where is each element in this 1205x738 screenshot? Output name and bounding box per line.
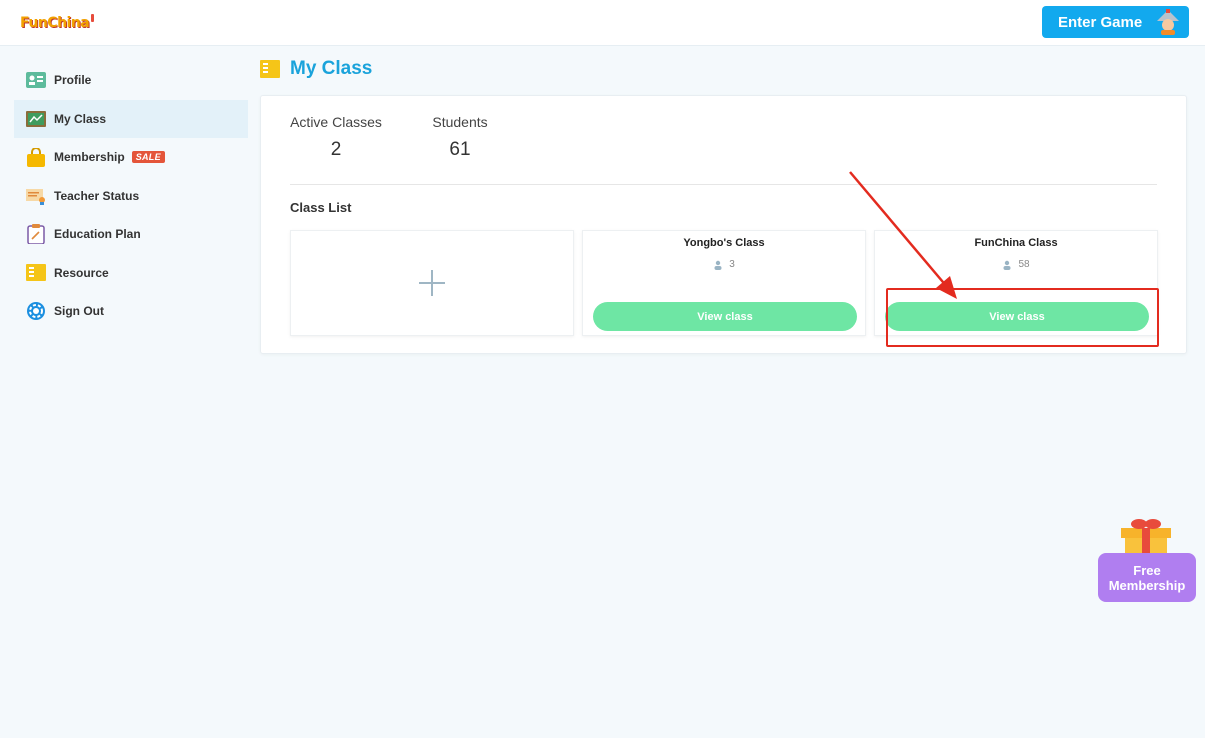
sidebar-item-profile[interactable]: Profile xyxy=(14,61,248,100)
student-count-value: 3 xyxy=(729,259,735,270)
student-count-value: 58 xyxy=(1018,259,1030,270)
active-classes-stat: Active Classes 2 xyxy=(290,114,382,161)
annotation-highlight-box xyxy=(886,288,1159,347)
free-label-line1: Free xyxy=(1133,563,1161,578)
free-label-line2: Membership xyxy=(1108,578,1186,593)
active-classes-value: 2 xyxy=(330,139,342,160)
game-character-icon xyxy=(1157,9,1179,35)
add-class-button[interactable] xyxy=(290,230,574,336)
shopping-bag-icon xyxy=(26,147,46,167)
logo-text: FunChina xyxy=(20,15,90,31)
students-stat: Students 61 xyxy=(431,114,489,161)
folder-book-icon xyxy=(260,60,280,78)
sidebar-item-label: Teacher Status xyxy=(54,188,140,203)
person-icon xyxy=(1003,260,1011,270)
view-class-button[interactable]: View class xyxy=(593,302,857,331)
class-list-heading: Class List xyxy=(290,200,352,215)
plus-icon xyxy=(419,270,445,296)
sidebar-item-teacher-status[interactable]: Teacher Status xyxy=(14,177,248,216)
person-icon xyxy=(714,260,722,270)
funchina-logo[interactable]: FunChina xyxy=(20,10,95,36)
sidebar-item-my-class[interactable]: My Class xyxy=(14,99,248,138)
profile-card-icon xyxy=(26,70,46,90)
page-title: My Class xyxy=(290,58,373,79)
enter-game-label: Enter Game xyxy=(1058,13,1143,31)
logo-badge xyxy=(91,14,95,22)
sidebar-item-membership[interactable]: Membership SALE xyxy=(14,138,248,177)
students-label: Students xyxy=(432,114,488,130)
sidebar-item-resource[interactable]: Resource xyxy=(14,254,248,293)
sidebar-item-education-plan[interactable]: Education Plan xyxy=(14,215,248,254)
gear-icon xyxy=(26,301,46,321)
class-name: FunChina Class xyxy=(974,237,1058,249)
free-membership-label: Free Membership xyxy=(1098,553,1196,602)
active-classes-label: Active Classes xyxy=(290,114,382,130)
sidebar-item-sign-out[interactable]: Sign Out xyxy=(14,292,248,331)
sidebar-item-label: Membership xyxy=(54,150,125,165)
student-count: 3 xyxy=(583,259,865,270)
student-count: 58 xyxy=(875,259,1157,270)
sidebar-item-label: Education Plan xyxy=(54,227,141,242)
sidebar-item-label: Resource xyxy=(54,265,109,280)
class-card: Yongbo's Class 3 View class xyxy=(582,230,866,336)
students-value: 61 xyxy=(449,139,471,160)
top-bar: FunChina Enter Game xyxy=(0,0,1205,46)
clipboard-icon xyxy=(26,224,46,245)
certificate-icon xyxy=(26,186,46,206)
divider xyxy=(290,184,1157,185)
classroom-board-icon xyxy=(26,109,46,129)
sidebar: Profile My Class Membership SALE Teacher… xyxy=(14,61,248,331)
sidebar-item-label: Profile xyxy=(54,73,92,88)
folder-book-icon xyxy=(26,263,46,283)
sidebar-item-label: Sign Out xyxy=(54,304,104,319)
page-header: My Class xyxy=(260,58,372,80)
sale-badge: SALE xyxy=(131,151,165,164)
class-name: Yongbo's Class xyxy=(683,237,765,249)
free-membership-promo[interactable]: Free Membership xyxy=(1098,516,1196,602)
sidebar-item-label: My Class xyxy=(54,111,107,126)
enter-game-button[interactable]: Enter Game xyxy=(1042,6,1189,38)
